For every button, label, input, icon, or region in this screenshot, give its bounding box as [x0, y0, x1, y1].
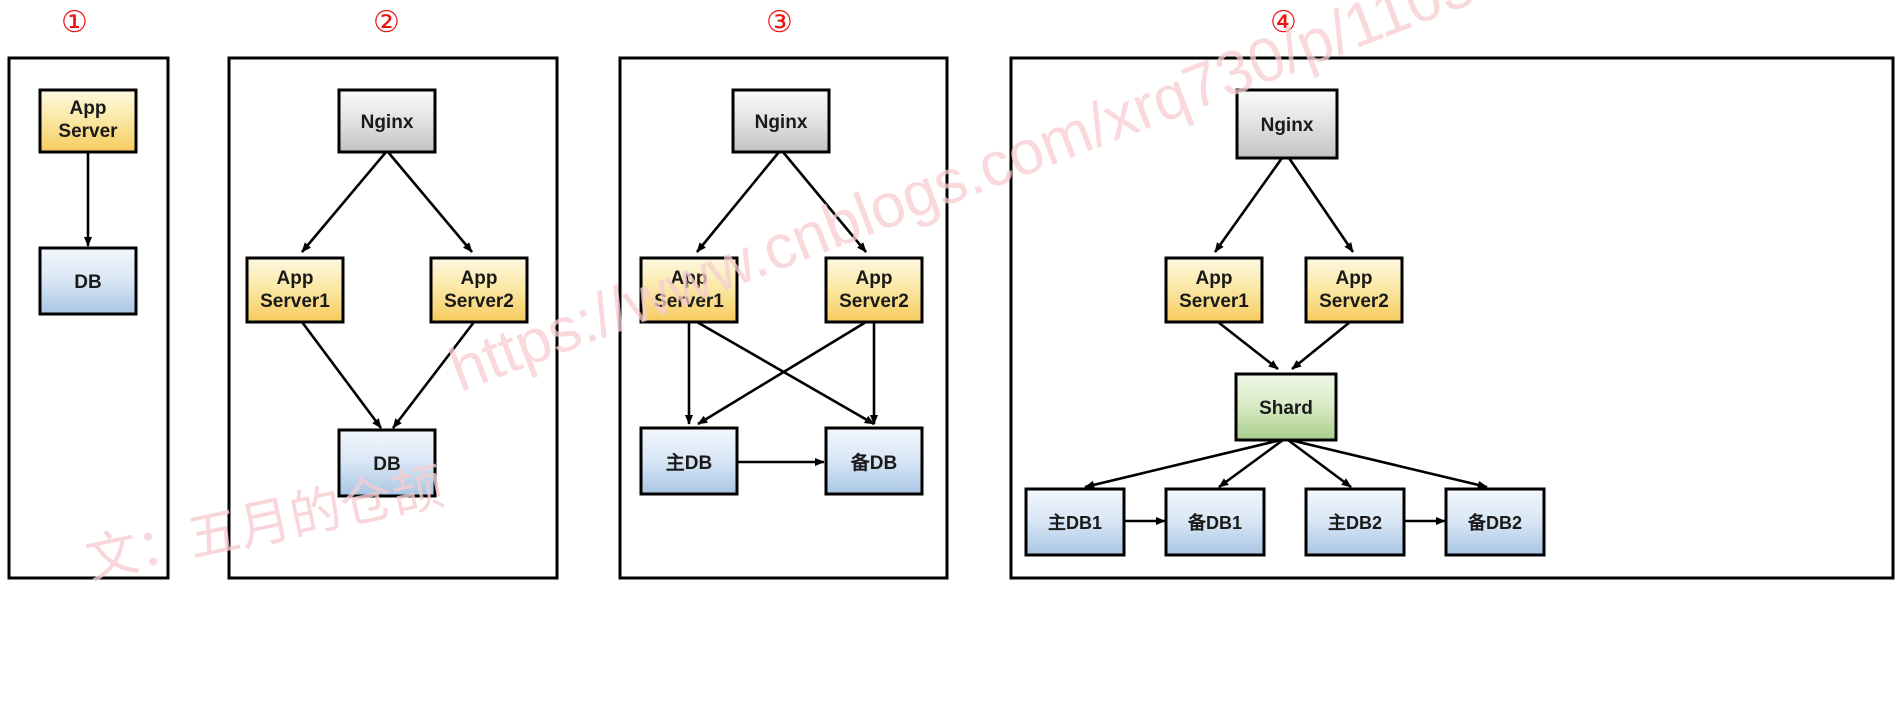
node-label: App	[671, 268, 708, 289]
node-p1-app-server[interactable]: App Server	[38, 88, 138, 154]
node-label: Nginx	[1261, 115, 1314, 136]
node-p4-app-server2[interactable]: App Server2	[1304, 256, 1404, 324]
node-p4-main-db1[interactable]: 主DB1	[1024, 487, 1126, 557]
node-label: Server1	[260, 291, 330, 312]
node-p4-nginx[interactable]: Nginx	[1235, 88, 1339, 160]
edge-p4-app1-to-shard	[1217, 320, 1279, 371]
node-label: 备DB	[850, 451, 897, 474]
node-label: Server	[58, 121, 118, 142]
node-label: 备DB1	[1187, 512, 1242, 533]
edge-p3-nginx-to-app2	[781, 151, 868, 253]
node-label: Nginx	[361, 112, 414, 133]
node-label: DB	[373, 454, 400, 475]
node-label: 主DB1	[1048, 512, 1102, 533]
node-label: Server2	[444, 291, 514, 312]
node-p3-app-server2[interactable]: App Server2	[824, 256, 924, 324]
edge-p4-app2-to-shard	[1291, 320, 1351, 371]
node-label: App	[277, 268, 314, 289]
node-label: App	[1196, 268, 1233, 289]
node-label: 主DB	[666, 452, 712, 474]
architecture-diagram: App Server DB Nginx App Server1 App Serv…	[7, 56, 1895, 580]
node-p3-main-db[interactable]: 主DB	[639, 426, 739, 496]
edge-p2-app1-to-db	[300, 321, 383, 429]
node-p4-main-db2[interactable]: 主DB2	[1304, 487, 1406, 557]
node-p2-app-server2[interactable]: App Server2	[429, 256, 529, 324]
edge-p4-nginx-to-app2	[1287, 157, 1355, 253]
node-label: Server1	[654, 291, 724, 312]
node-label: App	[70, 98, 107, 119]
node-p4-backup-db2[interactable]: 备DB2	[1444, 487, 1546, 557]
node-label: Nginx	[755, 112, 808, 133]
node-label: 主DB2	[1328, 512, 1382, 533]
node-p2-app-server1[interactable]: App Server1	[245, 256, 345, 324]
node-label: DB	[74, 272, 101, 293]
node-label: Server2	[1319, 291, 1389, 312]
node-p2-nginx[interactable]: Nginx	[337, 88, 437, 154]
node-p2-db[interactable]: DB	[337, 428, 437, 498]
node-label: Server2	[839, 291, 909, 312]
node-label: App	[856, 268, 893, 289]
edge-p2-nginx-to-app1	[301, 151, 387, 253]
node-p1-db[interactable]: DB	[38, 246, 138, 316]
edge-p2-nginx-to-app2	[387, 151, 473, 253]
node-p3-backup-db[interactable]: 备DB	[824, 426, 924, 496]
edge-p2-app2-to-db	[391, 321, 476, 429]
node-p3-app-server1[interactable]: App Server1	[639, 256, 739, 324]
diagram-canvas: ① ② ③ ④ App Server DB Nginx App Server1 …	[0, 0, 1895, 716]
node-p4-app-server1[interactable]: App Server1	[1164, 256, 1264, 324]
edge-p3-nginx-to-app1	[695, 151, 781, 253]
node-label: Server1	[1179, 291, 1249, 312]
node-p4-backup-db1[interactable]: 备DB1	[1164, 487, 1266, 557]
edge-p4-nginx-to-app1	[1213, 157, 1284, 253]
node-p3-nginx[interactable]: Nginx	[731, 88, 831, 154]
node-label: 备DB2	[1467, 512, 1522, 533]
node-p4-shard[interactable]: Shard	[1234, 372, 1338, 442]
node-label: Shard	[1259, 398, 1313, 419]
node-label: App	[1336, 268, 1373, 289]
node-label: App	[461, 268, 498, 289]
